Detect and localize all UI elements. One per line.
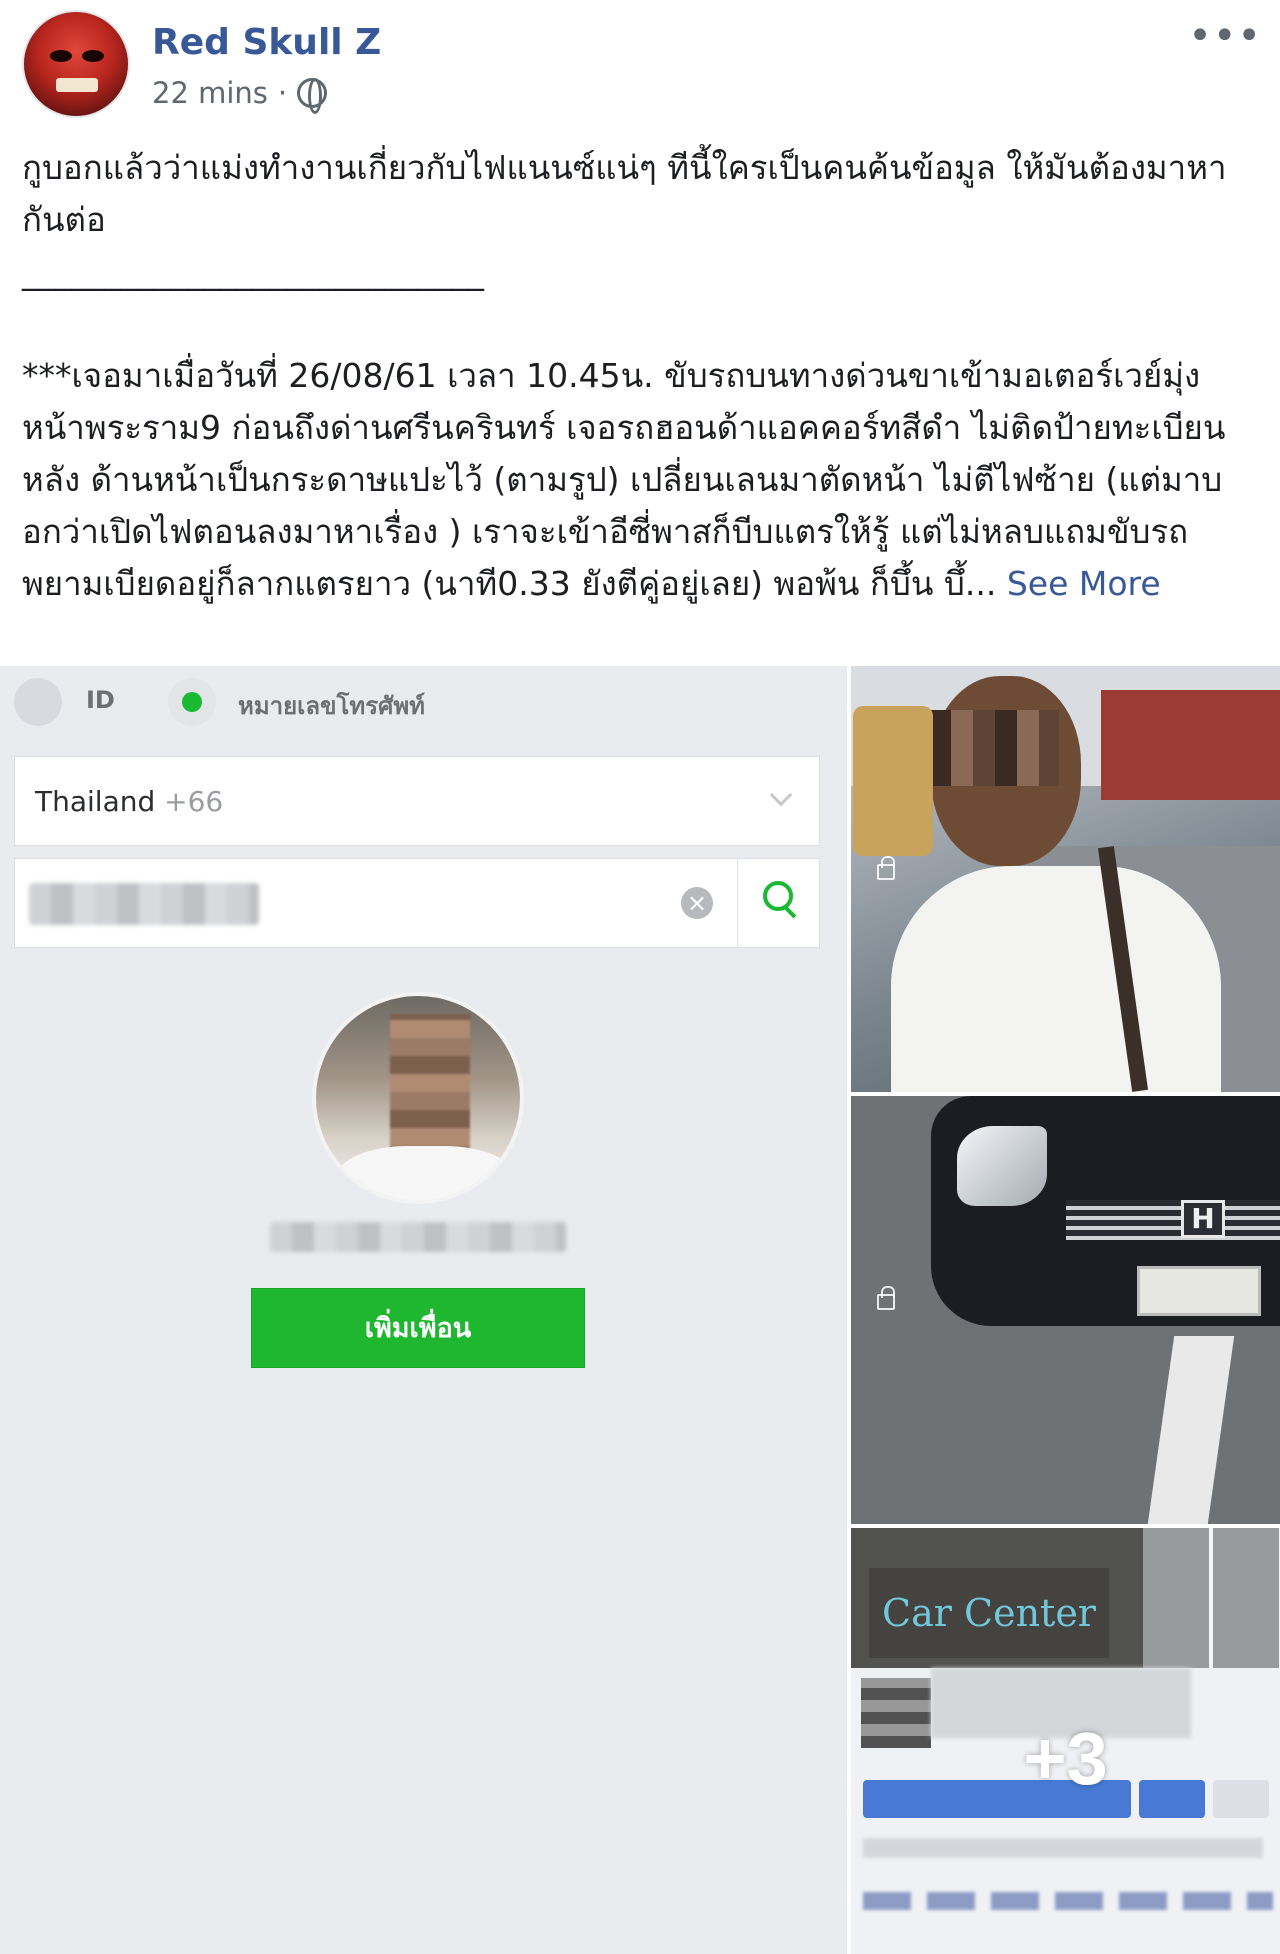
car-headlight bbox=[957, 1126, 1047, 1206]
post-header: Red Skull Z 22 mins · ••• bbox=[22, 10, 1262, 120]
road-stripe bbox=[1147, 1336, 1235, 1524]
paper-plate bbox=[1137, 1266, 1261, 1316]
phone-in-hand bbox=[853, 706, 933, 856]
lock-icon bbox=[877, 856, 895, 880]
photo-building bbox=[1101, 690, 1280, 800]
see-more-link[interactable]: See More bbox=[1007, 564, 1161, 603]
country-name: Thailand bbox=[35, 785, 156, 818]
radio-id-label: ID bbox=[86, 686, 115, 714]
photo-shirt bbox=[891, 866, 1221, 1092]
pixelated-face bbox=[390, 1014, 470, 1164]
country-select: Thailand +66 bbox=[14, 756, 820, 846]
more-options-icon[interactable]: ••• bbox=[1188, 16, 1262, 56]
author-name[interactable]: Red Skull Z bbox=[152, 22, 381, 63]
country-code: +66 bbox=[164, 785, 224, 818]
blurred-phone-number bbox=[29, 883, 259, 925]
blurred-profile-photo bbox=[312, 992, 524, 1204]
post-text-divider: ____________________________ bbox=[22, 252, 484, 291]
radio-id bbox=[14, 678, 62, 726]
author-avatar[interactable] bbox=[22, 10, 130, 118]
pixelated-face bbox=[929, 710, 1059, 786]
avatar-teeth bbox=[56, 78, 98, 92]
country-select-value: Thailand +66 bbox=[35, 785, 223, 818]
photo-honda-car[interactable]: H bbox=[851, 1096, 1280, 1524]
avatar-eye bbox=[50, 50, 72, 62]
phone-search-input: × bbox=[14, 858, 820, 949]
search-divider bbox=[737, 859, 738, 949]
avatar-eye bbox=[82, 50, 104, 62]
profile-shirt bbox=[336, 1146, 516, 1200]
post-time[interactable]: 22 mins bbox=[152, 76, 268, 110]
car-grille bbox=[1066, 1200, 1280, 1240]
media-grid: ID หมายเลขโทรศัพท์ Thailand +66 × เพิ่มเ… bbox=[0, 666, 1280, 1954]
meta-separator: · bbox=[277, 76, 288, 110]
post-text: กูบอกแล้วว่าแม่งทำงานเกี่ยวกับไฟแนนซ์แน่… bbox=[22, 142, 1252, 610]
photo-man-selfie[interactable] bbox=[851, 666, 1280, 1092]
add-friend-button: เพิ่มเพื่อน bbox=[251, 1288, 585, 1368]
more-photos-count[interactable]: +3 bbox=[851, 1716, 1280, 1801]
chevron-down-icon bbox=[769, 783, 793, 807]
radio-phone-label: หมายเลขโทรศัพท์ bbox=[238, 692, 425, 720]
globe-icon[interactable] bbox=[297, 78, 328, 114]
honda-logo: H bbox=[1181, 1200, 1225, 1238]
search-icon bbox=[763, 881, 797, 915]
post-meta: 22 mins · bbox=[152, 76, 328, 114]
post-text-spacer bbox=[22, 298, 1252, 350]
blurred-profile-name bbox=[270, 1222, 566, 1252]
clear-icon: × bbox=[681, 887, 713, 919]
radio-phone bbox=[168, 678, 216, 726]
post-text-line-1: กูบอกแล้วว่าแม่งทำงานเกี่ยวกับไฟแนนซ์แน่… bbox=[22, 148, 1227, 239]
line-add-friend-screenshot[interactable]: ID หมายเลขโทรศัพท์ Thailand +66 × เพิ่มเ… bbox=[0, 666, 847, 1954]
lock-icon bbox=[877, 1286, 895, 1310]
photo-facebook-page-screenshot[interactable]: Car Center +3 bbox=[851, 1528, 1280, 1954]
search-type-radio-row: ID หมายเลขโทรศัพท์ bbox=[0, 666, 847, 738]
post-text-line-2: ***เจอมาเมื่อวันที่ 26/08/61 เวลา 10.45น… bbox=[22, 350, 1252, 610]
